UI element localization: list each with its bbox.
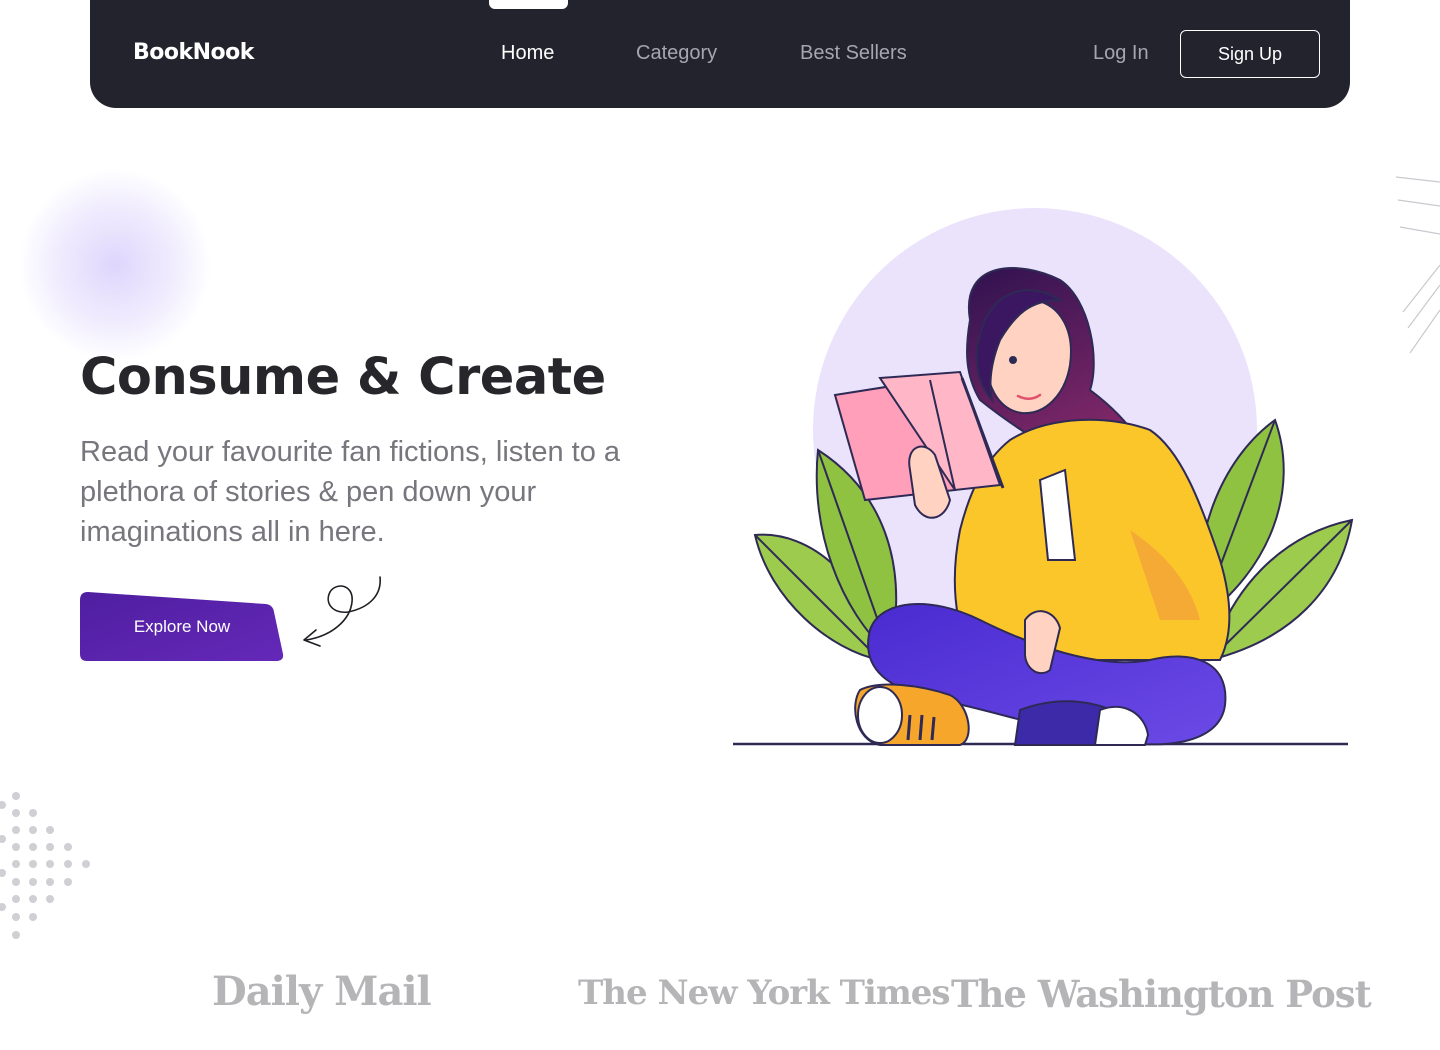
- decorative-blur-orb: [20, 170, 210, 360]
- hero-title: Consume & Create: [80, 348, 606, 407]
- hero-description: Read your favourite fan fictions, listen…: [80, 436, 621, 548]
- decorative-dot-grid: [0, 792, 90, 939]
- top-navbar: BookNook Home Category Best Sellers Log …: [90, 0, 1350, 108]
- reading-woman-illustration: [733, 208, 1354, 746]
- signup-button[interactable]: Sign Up: [1180, 30, 1320, 78]
- press-logo-new-york-times: The New York Times: [578, 973, 951, 1013]
- login-link[interactable]: Log In: [1093, 42, 1149, 65]
- nav-link-home[interactable]: Home: [501, 42, 554, 65]
- explore-now-label: Explore Now: [133, 616, 231, 636]
- press-logo-washington-post: The Washington Post: [951, 972, 1372, 1016]
- nav-link-best-sellers[interactable]: Best Sellers: [800, 42, 907, 65]
- decorative-lines: [1395, 176, 1440, 354]
- brand-logo[interactable]: BookNook: [133, 40, 254, 65]
- press-logo-daily-mail: Daily Mail: [212, 968, 432, 1015]
- active-nav-indicator: [489, 0, 568, 9]
- nav-link-category[interactable]: Category: [636, 42, 717, 65]
- explore-now-button[interactable]: Explore Now: [80, 592, 284, 661]
- curly-arrow-icon: [303, 576, 381, 647]
